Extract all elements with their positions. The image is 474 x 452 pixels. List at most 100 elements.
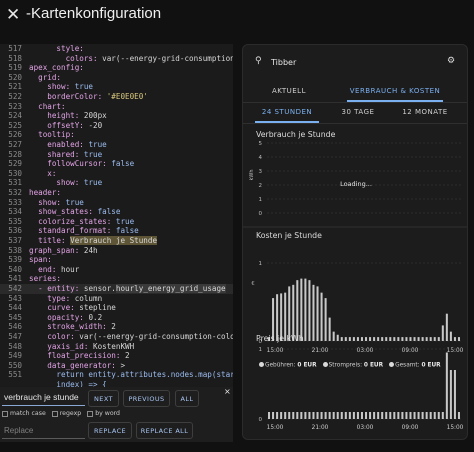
code-token: curve: [29,303,80,313]
code-line[interactable]: 536 standard_format: false [0,226,233,236]
line-number: 521 [8,82,22,92]
code-line[interactable]: 523 chart: [0,102,233,112]
regexp-option[interactable]: regexp [51,410,81,417]
code-line[interactable]: 543 type: column [0,294,233,304]
code-token: return entity.attributes.nodes.map(start… [29,370,233,380]
code-token: header: [29,188,62,197]
code-line[interactable]: 544 curve: stepline [0,303,233,313]
by-word-checkbox[interactable] [87,410,94,417]
code-line[interactable]: 527 enabled: true [0,140,233,150]
code-line[interactable]: 518 colors: var(--energy-grid-consumptio… [0,54,233,64]
cost-bar [401,337,404,341]
line-number: 525 [8,120,22,130]
code-text: return entity.attributes.nodes.map(start… [29,370,233,380]
yaml-code-editor[interactable]: 517 style: 518 colors: var(--energy-grid-… [0,44,233,387]
code-token: -20 [88,120,103,130]
code-token: float_precision: [29,351,126,361]
code-line[interactable]: 539 span: [0,255,233,265]
regexp-checkbox[interactable] [51,410,58,417]
y-tick-label: 4 [259,155,263,161]
line-number: 534 [8,207,22,217]
match-case-checkbox[interactable] [2,410,8,417]
code-text: series: [29,274,61,284]
code-line[interactable]: 520 grid: [0,73,233,83]
code-line[interactable]: 549 float_precision: 2 [0,351,233,361]
code-line[interactable]: 530 x: [0,169,233,179]
next-button[interactable]: NEXT [88,390,119,407]
code-line[interactable]: 531 show: true [0,178,233,188]
close-find-icon[interactable]: × [224,387,231,396]
line-number: 537 [8,236,22,245]
code-token: apex_config: [29,63,84,73]
code-line[interactable]: 524 height: 200px [0,111,233,121]
cost-bar [296,280,299,341]
code-token: end: [29,264,62,274]
code-line[interactable]: 519 apex_config: [0,63,233,73]
previous-button[interactable]: PREVIOUS [123,390,170,407]
code-text: colorize_states: true [29,217,134,227]
code-token: offsetY: [29,120,89,130]
y-axis-label: € [251,281,254,287]
code-line[interactable]: 525 offsetY: -20 [0,121,233,131]
find-input[interactable] [2,389,85,406]
code-line[interactable]: 551 return entity.attributes.nodes.map(s… [0,370,233,380]
code-line[interactable]: 541 series: [0,274,233,284]
y-tick-label: 1 [259,197,263,203]
code-line[interactable]: 542 - entity: sensor.hourly_energy_grid_… [0,284,233,294]
price-bar [360,412,363,419]
match-case-option[interactable]: match case [2,410,46,417]
code-token: 2 [125,351,130,361]
legend-gebuehren[interactable]: Gebühren: 0 EUR [259,362,317,369]
code-line[interactable]: 528 shared: true [0,150,233,160]
code-line[interactable]: 522 borderColor: '#E0E0E0' [0,92,233,102]
code-line[interactable]: 547 color: var(--energy-grid-consumption… [0,332,233,342]
code-token: tooltip: [29,130,75,140]
code-token: show: [29,178,84,188]
code-line[interactable]: 534 show_states: false [0,207,233,217]
code-line[interactable]: 533 show: true [0,198,233,208]
cost-bar [381,337,384,341]
code-text: data_generator: > [29,361,125,371]
cost-bar [276,294,279,341]
code-line[interactable]: 546 stroke_width: 2 [0,322,233,332]
code-line[interactable]: 540 end: hour [0,265,233,275]
legend-gesamt[interactable]: Gesamt: 0 EUR [389,362,441,369]
code-text: header: [29,188,61,198]
all-button[interactable]: ALL [175,390,199,407]
price-bar [316,412,319,419]
price-bar [429,412,432,419]
replace-all-button[interactable]: REPLACE ALL [136,422,193,439]
legend-strompreis[interactable]: Strompreis: 0 EUR [322,362,383,369]
price-bar [336,412,339,419]
code-token: show_states: [29,207,98,217]
replace-input[interactable] [2,422,85,439]
line-number: 551 [8,370,22,380]
code-line[interactable]: 550 data_generator: > [0,361,233,371]
dialog-header: ✕ -Kartenkonfiguration [0,0,474,38]
code-line[interactable]: 548 yaxis_id: KostenKWH [0,342,233,352]
price-bar [441,412,444,419]
cost-bar [433,337,436,341]
code-line[interactable]: 537 title: Verbrauch je Stunde [0,236,233,246]
cost-bar [409,337,412,341]
code-line[interactable]: 545 opacity: 0.2 [0,313,233,323]
close-icon[interactable]: ✕ [6,5,20,25]
code-line[interactable]: 529 followCursor: false [0,159,233,169]
code-line[interactable]: 526 tooltip: [0,130,233,140]
code-text: grid: [29,73,61,83]
code-line[interactable]: 535 colorize_states: true [0,217,233,227]
by-word-option[interactable]: by word [87,410,120,417]
code-line[interactable]: 517 style: [0,44,233,54]
code-line[interactable]: index) => { [0,380,233,387]
code-token: show: [29,197,66,207]
cost-bar [429,337,432,341]
cost-bar [369,337,372,341]
code-line[interactable]: 521 show: true [0,82,233,92]
replace-button[interactable]: REPLACE [88,422,132,439]
code-token: true [115,216,135,226]
code-line[interactable]: 538 graph_span: 24h [0,246,233,256]
code-line[interactable]: 532 header: [0,188,233,198]
line-number: 548 [8,341,22,351]
code-text: borderColor: '#E0E0E0' [29,92,148,102]
code-token: true [83,178,103,188]
